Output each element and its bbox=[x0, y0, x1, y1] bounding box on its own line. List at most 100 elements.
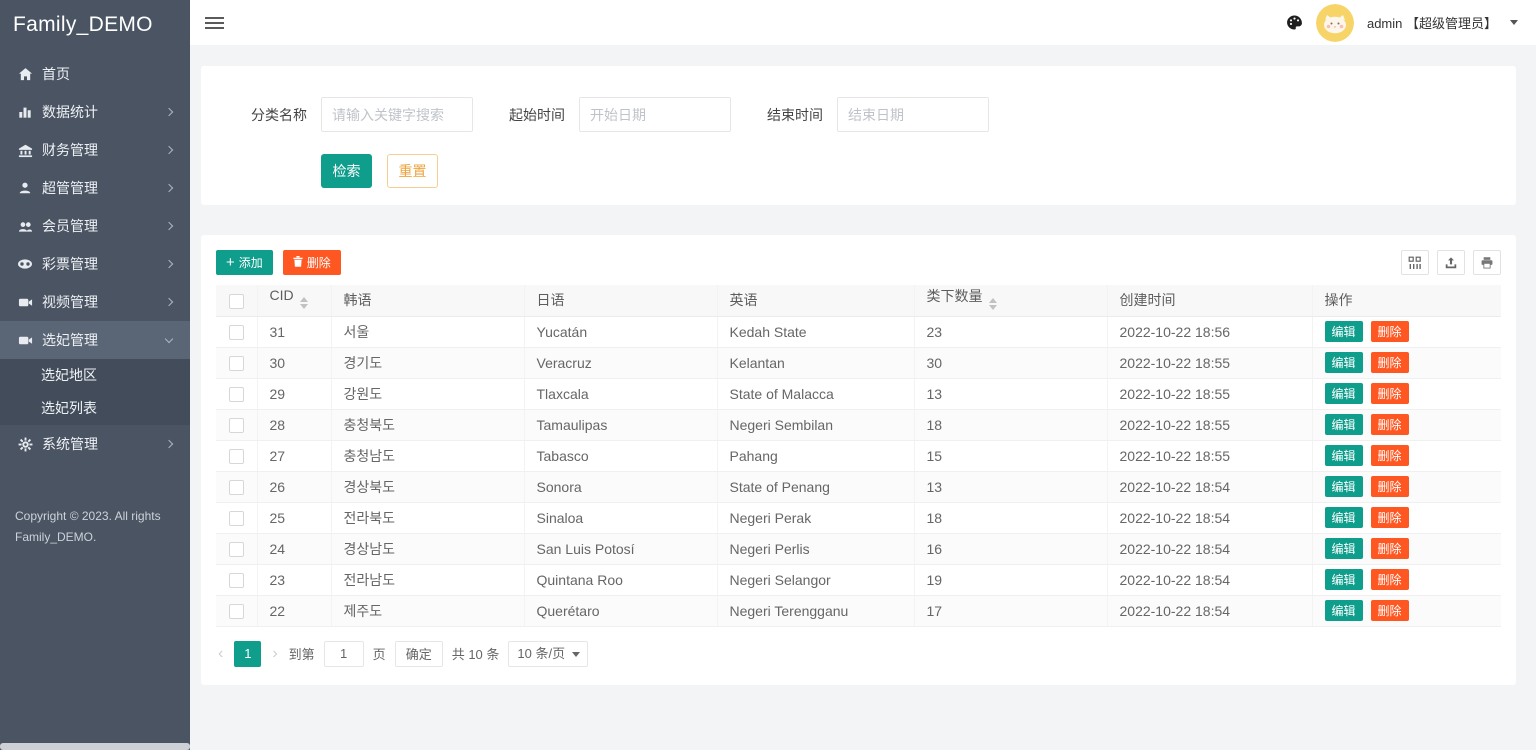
theme-palette-icon[interactable] bbox=[1286, 14, 1303, 31]
sidebar-item-video[interactable]: 视频管理 bbox=[0, 283, 190, 321]
column-header-actions: 操作 bbox=[1312, 285, 1501, 316]
cell-created: 2022-10-22 18:55 bbox=[1107, 347, 1312, 378]
row-checkbox[interactable] bbox=[229, 418, 244, 433]
prev-page-icon[interactable]: ‹ bbox=[216, 646, 225, 662]
home-icon bbox=[17, 66, 33, 82]
page-number-button[interactable]: 1 bbox=[234, 641, 261, 667]
cell-japanese: San Luis Potosí bbox=[524, 533, 717, 564]
batch-delete-button[interactable]: 删除 bbox=[283, 250, 341, 275]
row-checkbox[interactable] bbox=[229, 356, 244, 371]
cell-count: 15 bbox=[914, 440, 1107, 471]
table-body: 31서울YucatánKedah State232022-10-22 18:56… bbox=[216, 316, 1501, 626]
delete-row-button[interactable]: 删除 bbox=[1371, 476, 1409, 497]
delete-row-button[interactable]: 删除 bbox=[1371, 352, 1409, 373]
print-button[interactable] bbox=[1473, 250, 1501, 275]
user-menu[interactable]: admin 【超级管理员】 bbox=[1367, 13, 1497, 32]
sidebar-item-statistics[interactable]: 数据统计 bbox=[0, 93, 190, 131]
cell-actions: 编辑删除 bbox=[1312, 502, 1501, 533]
edit-button[interactable]: 编辑 bbox=[1325, 321, 1363, 342]
total-count-label: 共 10 条 bbox=[452, 644, 500, 663]
edit-button[interactable]: 编辑 bbox=[1325, 569, 1363, 590]
sidebar-item-lottery[interactable]: 彩票管理 bbox=[0, 245, 190, 283]
cell-japanese: Tabasco bbox=[524, 440, 717, 471]
row-checkbox[interactable] bbox=[229, 480, 244, 495]
edit-button[interactable]: 编辑 bbox=[1325, 352, 1363, 373]
row-checkbox[interactable] bbox=[229, 573, 244, 588]
cell-created: 2022-10-22 18:56 bbox=[1107, 316, 1312, 347]
delete-row-button[interactable]: 删除 bbox=[1371, 414, 1409, 435]
add-button[interactable]: + 添加 bbox=[216, 250, 273, 275]
cell-actions: 编辑删除 bbox=[1312, 316, 1501, 347]
cell-count: 13 bbox=[914, 378, 1107, 409]
cell-actions: 编辑删除 bbox=[1312, 471, 1501, 502]
columns-filter-button[interactable] bbox=[1401, 250, 1429, 275]
sidebar-subitem-region[interactable]: 选妃地区 bbox=[0, 359, 190, 392]
edit-button[interactable]: 编辑 bbox=[1325, 414, 1363, 435]
cell-japanese: Tamaulipas bbox=[524, 409, 717, 440]
reset-button[interactable]: 重置 bbox=[387, 154, 438, 188]
select-all-checkbox[interactable] bbox=[229, 294, 244, 309]
delete-row-button[interactable]: 删除 bbox=[1371, 600, 1409, 621]
edit-button[interactable]: 编辑 bbox=[1325, 476, 1363, 497]
row-checkbox[interactable] bbox=[229, 542, 244, 557]
plus-icon: + bbox=[226, 255, 235, 270]
data-table: CID 韩语 日语 英语 类下数量 创建时间 操作 31서울YucatánKed… bbox=[216, 285, 1501, 627]
menu-toggle-icon[interactable] bbox=[205, 14, 224, 32]
chevron-right-icon bbox=[165, 184, 173, 192]
cell-japanese: Tlaxcala bbox=[524, 378, 717, 409]
end-date-input[interactable] bbox=[837, 97, 989, 132]
cell-count: 16 bbox=[914, 533, 1107, 564]
cell-cid: 29 bbox=[257, 378, 331, 409]
row-checkbox[interactable] bbox=[229, 449, 244, 464]
start-date-input[interactable] bbox=[579, 97, 731, 132]
sidebar-item-system[interactable]: 系统管理 bbox=[0, 425, 190, 463]
sort-icon[interactable] bbox=[300, 293, 308, 313]
column-header-cid: CID bbox=[257, 285, 331, 316]
next-page-icon[interactable]: › bbox=[270, 646, 279, 662]
end-time-label: 结束时间 bbox=[767, 105, 823, 125]
category-input[interactable] bbox=[321, 97, 473, 132]
delete-row-button[interactable]: 删除 bbox=[1371, 445, 1409, 466]
row-checkbox[interactable] bbox=[229, 387, 244, 402]
gear-icon bbox=[17, 436, 33, 452]
cell-created: 2022-10-22 18:54 bbox=[1107, 471, 1312, 502]
sidebar-item-superadmin[interactable]: 超管管理 bbox=[0, 169, 190, 207]
users-icon bbox=[17, 218, 33, 234]
sidebar-item-finance[interactable]: 财务管理 bbox=[0, 131, 190, 169]
goto-page-input[interactable] bbox=[324, 641, 364, 667]
delete-row-button[interactable]: 删除 bbox=[1371, 538, 1409, 559]
table-row: 30경기도VeracruzKelantan302022-10-22 18:55编… bbox=[216, 347, 1501, 378]
cell-actions: 编辑删除 bbox=[1312, 409, 1501, 440]
cell-korean: 충청북도 bbox=[331, 409, 524, 440]
avatar[interactable] bbox=[1316, 4, 1354, 42]
delete-row-button[interactable]: 删除 bbox=[1371, 569, 1409, 590]
edit-button[interactable]: 编辑 bbox=[1325, 445, 1363, 466]
sidebar-item-members[interactable]: 会员管理 bbox=[0, 207, 190, 245]
export-button[interactable] bbox=[1437, 250, 1465, 275]
cell-count: 13 bbox=[914, 471, 1107, 502]
category-label: 分类名称 bbox=[251, 105, 307, 125]
delete-row-button[interactable]: 删除 bbox=[1371, 507, 1409, 528]
cell-created: 2022-10-22 18:54 bbox=[1107, 595, 1312, 626]
row-checkbox[interactable] bbox=[229, 511, 244, 526]
sort-icon[interactable] bbox=[989, 294, 997, 314]
cell-count: 18 bbox=[914, 502, 1107, 533]
cell-created: 2022-10-22 18:55 bbox=[1107, 378, 1312, 409]
edit-button[interactable]: 编辑 bbox=[1325, 383, 1363, 404]
page-size-select[interactable]: 10 条/页 bbox=[508, 641, 588, 667]
edit-button[interactable]: 编辑 bbox=[1325, 507, 1363, 528]
row-checkbox[interactable] bbox=[229, 325, 244, 340]
row-checkbox[interactable] bbox=[229, 604, 244, 619]
delete-row-button[interactable]: 删除 bbox=[1371, 321, 1409, 342]
delete-row-button[interactable]: 删除 bbox=[1371, 383, 1409, 404]
goto-confirm-button[interactable]: 确定 bbox=[395, 641, 443, 667]
sidebar-item-home[interactable]: 首页 bbox=[0, 55, 190, 93]
search-button[interactable]: 检索 bbox=[321, 154, 372, 188]
sidebar-subitem-list[interactable]: 选妃列表 bbox=[0, 392, 190, 425]
horizontal-scrollbar[interactable] bbox=[0, 743, 190, 750]
sidebar-item-concubine[interactable]: 选妃管理 bbox=[0, 321, 190, 359]
edit-button[interactable]: 编辑 bbox=[1325, 600, 1363, 621]
edit-button[interactable]: 编辑 bbox=[1325, 538, 1363, 559]
cell-english: State of Penang bbox=[717, 471, 914, 502]
user-caret-icon[interactable] bbox=[1510, 20, 1518, 29]
